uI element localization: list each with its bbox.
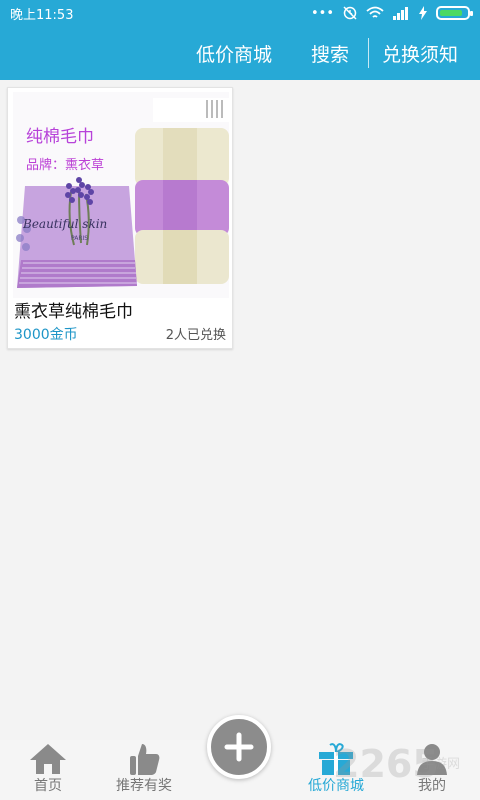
status-time: 晚上11:53 xyxy=(10,7,74,23)
battery-icon xyxy=(436,6,473,20)
image-overlay-brand: 品牌：熏衣草 xyxy=(26,158,105,173)
wifi-icon xyxy=(366,6,384,18)
site-watermark: 2265 手游网 xyxy=(325,740,480,800)
watermark-text: 手游网 xyxy=(421,757,461,772)
status-icons: ••• xyxy=(310,5,473,21)
product-name: 熏衣草纯棉毛巾 xyxy=(14,302,133,322)
product-price: 3000金币 xyxy=(14,327,78,343)
signal-icon xyxy=(393,7,408,20)
home-icon xyxy=(0,742,96,776)
image-overlay-title: 纯棉毛巾 xyxy=(26,127,94,147)
top-app-bar: 低价商城 搜索 兑换须知 xyxy=(0,26,480,80)
alarm-icon xyxy=(343,6,357,20)
nav-redemption-rules[interactable]: 兑换须知 xyxy=(382,26,458,80)
nav-divider xyxy=(368,38,369,68)
towel-image: Beautiful skin PARIS 纯棉毛巾 品牌：熏衣草 xyxy=(13,92,229,298)
tab-home-label: 首页 xyxy=(34,778,62,794)
nav-search[interactable]: 搜索 xyxy=(311,26,349,80)
plus-icon xyxy=(224,732,254,762)
nav-low-price-mall[interactable]: 低价商城 xyxy=(196,26,272,80)
status-bar: 晚上11:53 ••• xyxy=(0,0,480,26)
redemption-count: 2人已兑换 xyxy=(165,328,226,343)
towel-brand-subtext: PARIS xyxy=(71,235,88,242)
product-card[interactable]: Beautiful skin PARIS 纯棉毛巾 品牌：熏衣草 熏衣草纯棉毛巾… xyxy=(7,87,233,349)
thumbs-up-icon xyxy=(96,742,192,776)
tab-recommend-label: 推荐有奖 xyxy=(116,778,172,794)
add-button[interactable] xyxy=(207,715,271,779)
tab-home[interactable]: 首页 xyxy=(0,740,96,800)
more-dots-icon: ••• xyxy=(310,5,334,21)
towel-brand-script: Beautiful skin xyxy=(22,217,107,231)
charging-icon xyxy=(419,6,427,20)
tab-recommend[interactable]: 推荐有奖 xyxy=(96,740,192,800)
